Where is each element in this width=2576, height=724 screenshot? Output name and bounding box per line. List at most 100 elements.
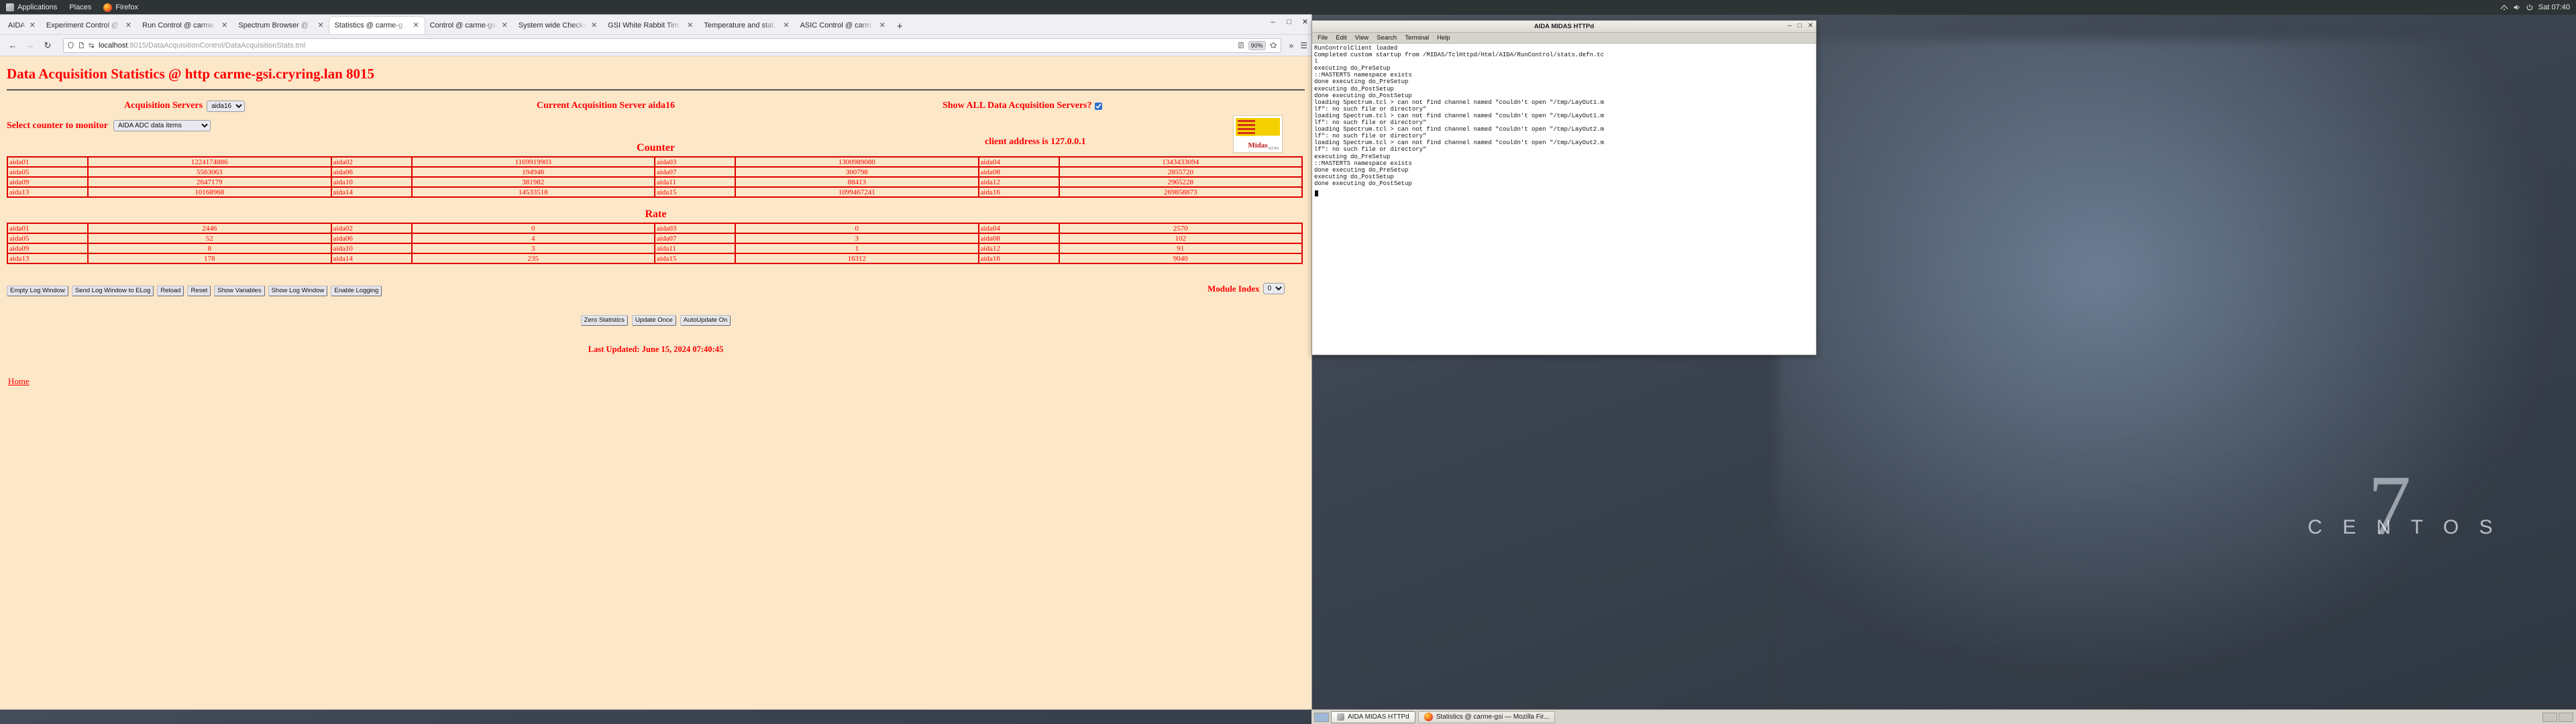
server-value-cell: 1 bbox=[735, 243, 979, 254]
server-name-cell: aida01 bbox=[7, 156, 89, 168]
volume-icon[interactable] bbox=[2513, 3, 2521, 11]
panel-applications-menu[interactable]: Applications bbox=[0, 0, 63, 15]
close-button[interactable]: ✕ bbox=[1301, 17, 1309, 26]
midas-logo-bars bbox=[1238, 120, 1255, 136]
midas-close-button[interactable]: ✕ bbox=[1808, 22, 1813, 29]
action-button-0[interactable]: Zero Statistics bbox=[580, 315, 628, 326]
server-value-cell: 235 bbox=[411, 253, 655, 264]
panel-active-app[interactable]: Firefox bbox=[97, 0, 144, 15]
minimize-button[interactable]: – bbox=[1269, 18, 1277, 26]
browser-tab-4[interactable]: Statistics @ carme-g... ✕ bbox=[329, 17, 425, 34]
browser-tab-0[interactable]: AIDA ✕ bbox=[3, 17, 41, 34]
midas-menu-view[interactable]: View bbox=[1355, 34, 1368, 42]
browser-tab-8[interactable]: Temperature and stat... ✕ bbox=[698, 17, 794, 34]
server-value-cell: 88413 bbox=[735, 176, 979, 188]
server-value-cell: 3 bbox=[411, 243, 655, 254]
log-button-3[interactable]: Reset bbox=[187, 286, 211, 296]
browser-tab-title: GSI White Rabbit Tim... bbox=[608, 21, 684, 29]
server-name-cell: aida06 bbox=[330, 166, 413, 178]
server-name-cell: aida01 bbox=[7, 223, 89, 234]
workspace-pager-right[interactable] bbox=[2542, 712, 2573, 722]
gnome-top-panel: Applications Places Firefox Sat 07:40 bbox=[0, 0, 2576, 15]
workspace-pager-a[interactable] bbox=[2542, 712, 2557, 722]
browser-tab-1[interactable]: Experiment Control @ ... ✕ bbox=[41, 17, 137, 34]
home-link[interactable]: Home bbox=[7, 376, 30, 387]
midas-menu-terminal[interactable]: Terminal bbox=[1405, 34, 1429, 42]
overflow-menu-button[interactable]: » bbox=[1289, 41, 1294, 50]
midas-menu-edit[interactable]: Edit bbox=[1336, 34, 1346, 42]
centos-wordmark: C E N T O S bbox=[2308, 516, 2500, 538]
new-tab-button[interactable]: + bbox=[891, 21, 909, 34]
tab-close-icon[interactable]: ✕ bbox=[878, 21, 887, 29]
panel-clock[interactable]: Sat 07:40 bbox=[2538, 3, 2570, 11]
back-button[interactable]: ← bbox=[4, 38, 21, 54]
tab-close-icon[interactable]: ✕ bbox=[28, 21, 37, 29]
midas-terminal-body[interactable]: RunControlClient loaded Completed custom… bbox=[1312, 44, 1816, 355]
acquisition-servers-select[interactable]: aida16 bbox=[207, 100, 246, 112]
tab-close-icon[interactable]: ✕ bbox=[782, 21, 790, 29]
browser-tab-3[interactable]: Spectrum Browser @ ... ✕ bbox=[233, 17, 329, 34]
panel-places-menu[interactable]: Places bbox=[63, 0, 97, 15]
server-value-cell: 1224174886 bbox=[87, 156, 332, 168]
last-updated-text: Last Updated: June 15, 2024 07:40:45 bbox=[588, 345, 724, 354]
page-content: Data Acquisition Statistics @ http carme… bbox=[0, 56, 1311, 387]
tab-close-icon[interactable]: ✕ bbox=[220, 21, 229, 29]
app-menu-button[interactable]: ☰ bbox=[1300, 41, 1307, 50]
zoom-level-badge[interactable]: 90% bbox=[1248, 40, 1266, 50]
reader-view-icon[interactable] bbox=[1238, 42, 1244, 49]
workspace-1[interactable] bbox=[1314, 712, 1329, 722]
network-icon[interactable] bbox=[2500, 3, 2508, 11]
browser-tab-title: Temperature and stat... bbox=[704, 21, 780, 29]
server-value-cell: 2855720 bbox=[1058, 166, 1303, 178]
tab-close-icon[interactable]: ✕ bbox=[316, 21, 325, 29]
star-icon[interactable] bbox=[1269, 42, 1277, 49]
log-button-0[interactable]: Empty Log Window bbox=[7, 286, 68, 296]
action-button-1[interactable]: Update Once bbox=[631, 315, 676, 326]
forward-button[interactable]: → bbox=[21, 38, 39, 54]
midas-titlebar[interactable]: AIDA MIDAS HTTPd – □ ✕ bbox=[1312, 21, 1816, 33]
browser-tab-title: System wide Checks bbox=[518, 21, 587, 29]
log-button-6[interactable]: Enable Logging bbox=[331, 286, 382, 296]
show-all-servers-checkbox[interactable] bbox=[1095, 102, 1103, 110]
action-button-2[interactable]: AutoUpdate On bbox=[680, 315, 731, 326]
tab-close-icon[interactable]: ✕ bbox=[500, 21, 509, 29]
url-bar[interactable]: localhost:8015/DataAcquisitionControl/Da… bbox=[63, 38, 1281, 53]
server-name-cell: aida08 bbox=[977, 166, 1060, 178]
midas-menu-search[interactable]: Search bbox=[1377, 34, 1397, 42]
taskbar-task-list: AIDA MIDAS HTTPd Statistics @ carme-gsi —… bbox=[1331, 711, 1556, 723]
maximize-button[interactable]: □ bbox=[1285, 18, 1293, 26]
window-controls: – □ ✕ bbox=[1269, 17, 1309, 27]
tab-close-icon[interactable]: ✕ bbox=[590, 21, 598, 29]
workspace-switcher[interactable] bbox=[1314, 712, 1329, 722]
midas-minimize-button[interactable]: – bbox=[1788, 22, 1792, 29]
browser-tab-2[interactable]: Run Control @ carme... ✕ bbox=[137, 17, 233, 34]
browser-tab-9[interactable]: ASIC Control @ carm... ✕ bbox=[795, 17, 891, 34]
server-value-cell: 2965228 bbox=[1058, 176, 1303, 188]
workspace-pager-b[interactable] bbox=[2559, 712, 2573, 722]
table-row: aida05 52 aida06 4 aida07 3 aida08 102 bbox=[7, 233, 1303, 244]
center-button-row: Zero Statistics Update Once AutoUpdate On bbox=[7, 315, 1305, 326]
server-name-cell: aida14 bbox=[330, 186, 413, 198]
power-icon[interactable] bbox=[2526, 3, 2534, 11]
tab-close-icon[interactable]: ✕ bbox=[686, 21, 694, 29]
reload-button[interactable]: ↻ bbox=[39, 38, 56, 54]
taskbar-task-0[interactable]: AIDA MIDAS HTTPd bbox=[1331, 711, 1415, 723]
midas-menu-help[interactable]: Help bbox=[1437, 34, 1450, 42]
log-button-2[interactable]: Reload bbox=[157, 286, 184, 296]
browser-tab-6[interactable]: System wide Checks ✕ bbox=[513, 17, 602, 34]
tab-close-icon[interactable]: ✕ bbox=[411, 21, 420, 29]
midas-maximize-button[interactable]: □ bbox=[1798, 22, 1802, 29]
server-name-cell: aida15 bbox=[654, 253, 736, 264]
server-value-cell: 5563063 bbox=[87, 166, 332, 178]
tab-close-icon[interactable]: ✕ bbox=[124, 21, 133, 29]
midas-window-controls: – □ ✕ bbox=[1788, 22, 1813, 29]
browser-tab-7[interactable]: GSI White Rabbit Tim... ✕ bbox=[602, 17, 698, 34]
taskbar-task-1[interactable]: Statistics @ carme-gsi — Mozilla Fir... bbox=[1417, 711, 1556, 723]
module-index-select[interactable]: 0 bbox=[1263, 283, 1285, 294]
counter-select[interactable]: AIDA ADC data items bbox=[113, 120, 211, 131]
midas-menu-file[interactable]: File bbox=[1318, 34, 1328, 42]
browser-tab-5[interactable]: Control @ carme-gsi ✕ bbox=[425, 17, 513, 34]
log-button-1[interactable]: Send Log Window to ELog bbox=[71, 286, 154, 296]
log-button-5[interactable]: Show Log Window bbox=[268, 286, 328, 296]
log-button-4[interactable]: Show Variables bbox=[214, 286, 265, 296]
